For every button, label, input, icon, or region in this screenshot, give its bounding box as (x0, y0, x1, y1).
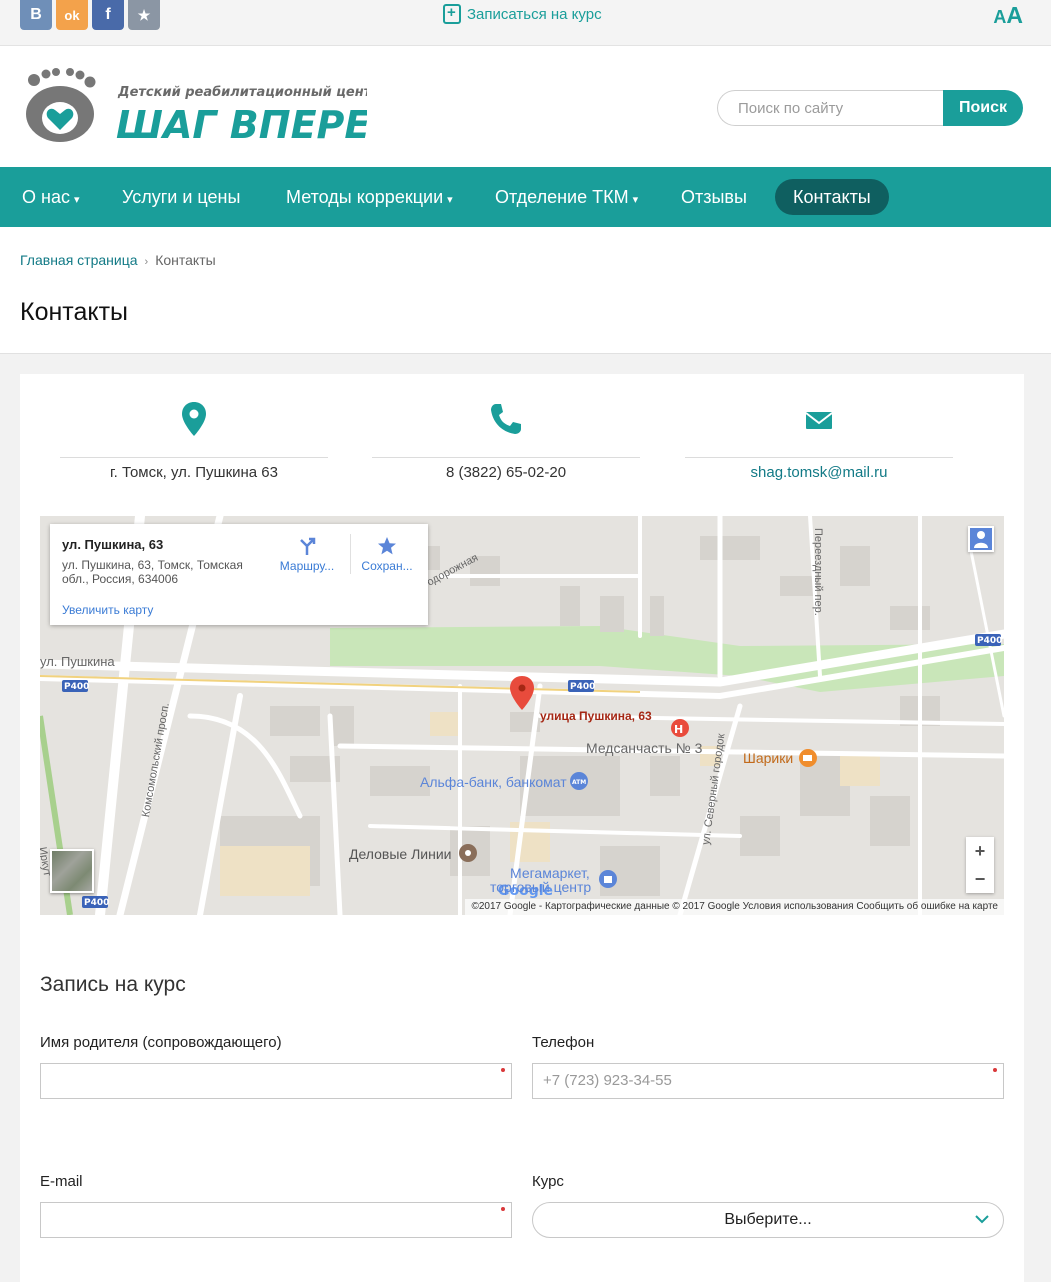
email-label: E-mail (40, 1173, 83, 1190)
site-logo[interactable]: Детский реабилитационный центр ШАГ ВПЕРЕ… (22, 66, 404, 147)
contact-email: shag.tomsk@mail.ru (685, 402, 953, 481)
road-shield-r400-2: P400 (570, 682, 595, 692)
logo-subtitle: Детский реабилитационный центр (117, 85, 367, 100)
satellite-toggle[interactable] (50, 849, 94, 893)
info-zoom-link[interactable]: Увеличить карту (62, 603, 153, 617)
enroll-label: Записаться на курс (467, 5, 602, 23)
email-link[interactable]: shag.tomsk@mail.ru (685, 457, 953, 481)
save-place-button[interactable]: Сохран... (356, 536, 418, 573)
caret-down-icon: ▾ (632, 194, 639, 206)
map-label-delovye: Деловые Линии (349, 846, 452, 862)
nav-item-services[interactable]: Услуги и цены (104, 179, 258, 215)
parent-name-label: Имя родителя (сопровождающего) (40, 1034, 282, 1051)
contact-phone: 8 (3822) 65-02-20 (372, 402, 640, 481)
phone-text[interactable]: 8 (3822) 65-02-20 (372, 457, 640, 481)
font-size-toggle[interactable]: AA (993, 2, 1023, 29)
vk-icon[interactable]: В (20, 0, 52, 30)
info-address: ул. Пушкина, 63, Томск, Томская обл., Ро… (62, 558, 243, 586)
breadcrumb: Главная страница › Контакты (20, 252, 216, 268)
hospital-icon: H (674, 723, 683, 736)
nav-item-label: Методы коррекции (286, 187, 444, 207)
parent-name-input[interactable] (40, 1063, 512, 1099)
course-label: Курс (532, 1173, 564, 1190)
zoom-out-button[interactable]: − (966, 865, 994, 893)
envelope-icon (685, 402, 953, 454)
map-label-pin: улица Пушкина, 63 (540, 709, 652, 723)
search-button[interactable]: Поиск (943, 90, 1023, 126)
logo-title: ШАГ ВПЕРЕД (116, 103, 367, 146)
map-label-shariki: Шарики (743, 750, 794, 766)
nav-item-label: Услуги и цены (122, 187, 241, 207)
star-icon (378, 537, 396, 555)
map-info-window: ул. Пушкина, 63 ул. Пушкина, 63, Томск, … (50, 524, 428, 625)
nav-item-label: Отзывы (681, 187, 747, 207)
favorite-icon[interactable]: ★ (128, 0, 160, 30)
chevron-down-icon (975, 1215, 989, 1224)
phone-placeholder: +7 (723) 923-34-55 (543, 1072, 672, 1089)
directions-button[interactable]: Маршру... (276, 536, 338, 573)
page-title: Контакты (20, 298, 128, 326)
font-small-letter: A (993, 7, 1007, 27)
contacts-card: г. Томск, ул. Пушкина 63 8 (3822) 65-02-… (20, 374, 1024, 1282)
nav-item-label: О нас (22, 187, 70, 207)
caret-down-icon: ▾ (73, 194, 80, 206)
info-title: ул. Пушкина, 63 (62, 537, 164, 552)
page-header: Главная страница › Контакты Контакты (0, 227, 1051, 354)
phone-input[interactable]: +7 (723) 923-34-55 (532, 1063, 1004, 1099)
top-bar: В ok f ★ Записаться на курс AA (0, 0, 1051, 46)
map-label-pereezdny: Переездный пер. (812, 528, 824, 616)
nav-item-label: Отделение ТКМ (495, 187, 629, 207)
site-search: Поиск (717, 90, 1023, 126)
nav-item-about[interactable]: О нас ▾ (4, 179, 97, 215)
phone-icon (372, 402, 640, 454)
contact-address: г. Томск, ул. Пушкина 63 (60, 402, 328, 481)
clipboard-plus-icon (443, 4, 461, 24)
road-shield-r400-3: P400 (977, 636, 1002, 646)
nav-item-label: Контакты (793, 187, 871, 207)
footprints-logo-icon: Детский реабилитационный центр ШАГ ВПЕРЕ… (26, 68, 404, 147)
breadcrumb-separator-icon: › (144, 256, 149, 268)
caret-down-icon: ▾ (447, 194, 453, 206)
main-nav: О нас ▾ Услуги и цены Методы коррекции ▾ О… (0, 167, 1051, 227)
required-marker (501, 1207, 505, 1211)
nav-item-contacts[interactable]: Контакты (775, 179, 889, 215)
font-big-letter: A (1006, 2, 1023, 28)
enroll-link[interactable]: Записаться на курс (443, 3, 602, 25)
map-zoom-control: + − (966, 837, 994, 893)
map-label-megamarket-2: торговый центр (490, 879, 592, 895)
google-map[interactable]: P400 P400 P400 P400 H ATM Google ул. Пуш… (40, 516, 1004, 915)
odnoklassniki-icon[interactable]: ok (56, 0, 88, 30)
form-title: Запись на курс (40, 973, 186, 996)
breadcrumb-current: Контакты (155, 252, 216, 268)
search-input[interactable] (717, 90, 945, 126)
breadcrumb-home-link[interactable]: Главная страница (20, 252, 138, 268)
nav-item-reviews[interactable]: Отзывы (663, 179, 765, 215)
save-label: Сохран... (361, 559, 413, 573)
map-marker-icon (60, 402, 328, 454)
directions-icon (300, 537, 316, 555)
zoom-in-button[interactable]: + (966, 837, 994, 865)
phone-label: Телефон (532, 1034, 595, 1051)
map-label-medsanchast: Медсанчасть № 3 (586, 740, 703, 756)
map-label-alfa: Альфа-банк, банкомат (420, 774, 567, 790)
map-label-pushkina: ул. Пушкина (40, 654, 115, 669)
site-header: Детский реабилитационный центр ШАГ ВПЕРЕ… (0, 46, 1051, 167)
address-text: г. Томск, ул. Пушкина 63 (60, 457, 328, 481)
course-select-value: Выберите... (724, 1211, 812, 1228)
info-divider (350, 534, 351, 574)
email-input[interactable] (40, 1202, 512, 1238)
directions-label: Маршру... (279, 559, 335, 573)
course-select[interactable]: Выберите... (532, 1202, 1004, 1238)
map-attribution[interactable]: ©2017 Google - Картографические данные ©… (465, 899, 1004, 915)
road-shield-r400-1: P400 (64, 682, 89, 692)
atm-icon: ATM (572, 779, 586, 786)
facebook-icon[interactable]: f (92, 0, 124, 30)
nav-item-tkm[interactable]: Отделение ТКМ ▾ (477, 179, 656, 215)
pegman-icon[interactable] (968, 526, 994, 552)
nav-item-methods[interactable]: Методы коррекции ▾ (268, 179, 471, 215)
required-marker (501, 1068, 505, 1072)
map-footer: ©2017 Google - Картографические данные ©… (40, 899, 1004, 915)
required-marker (993, 1068, 997, 1072)
